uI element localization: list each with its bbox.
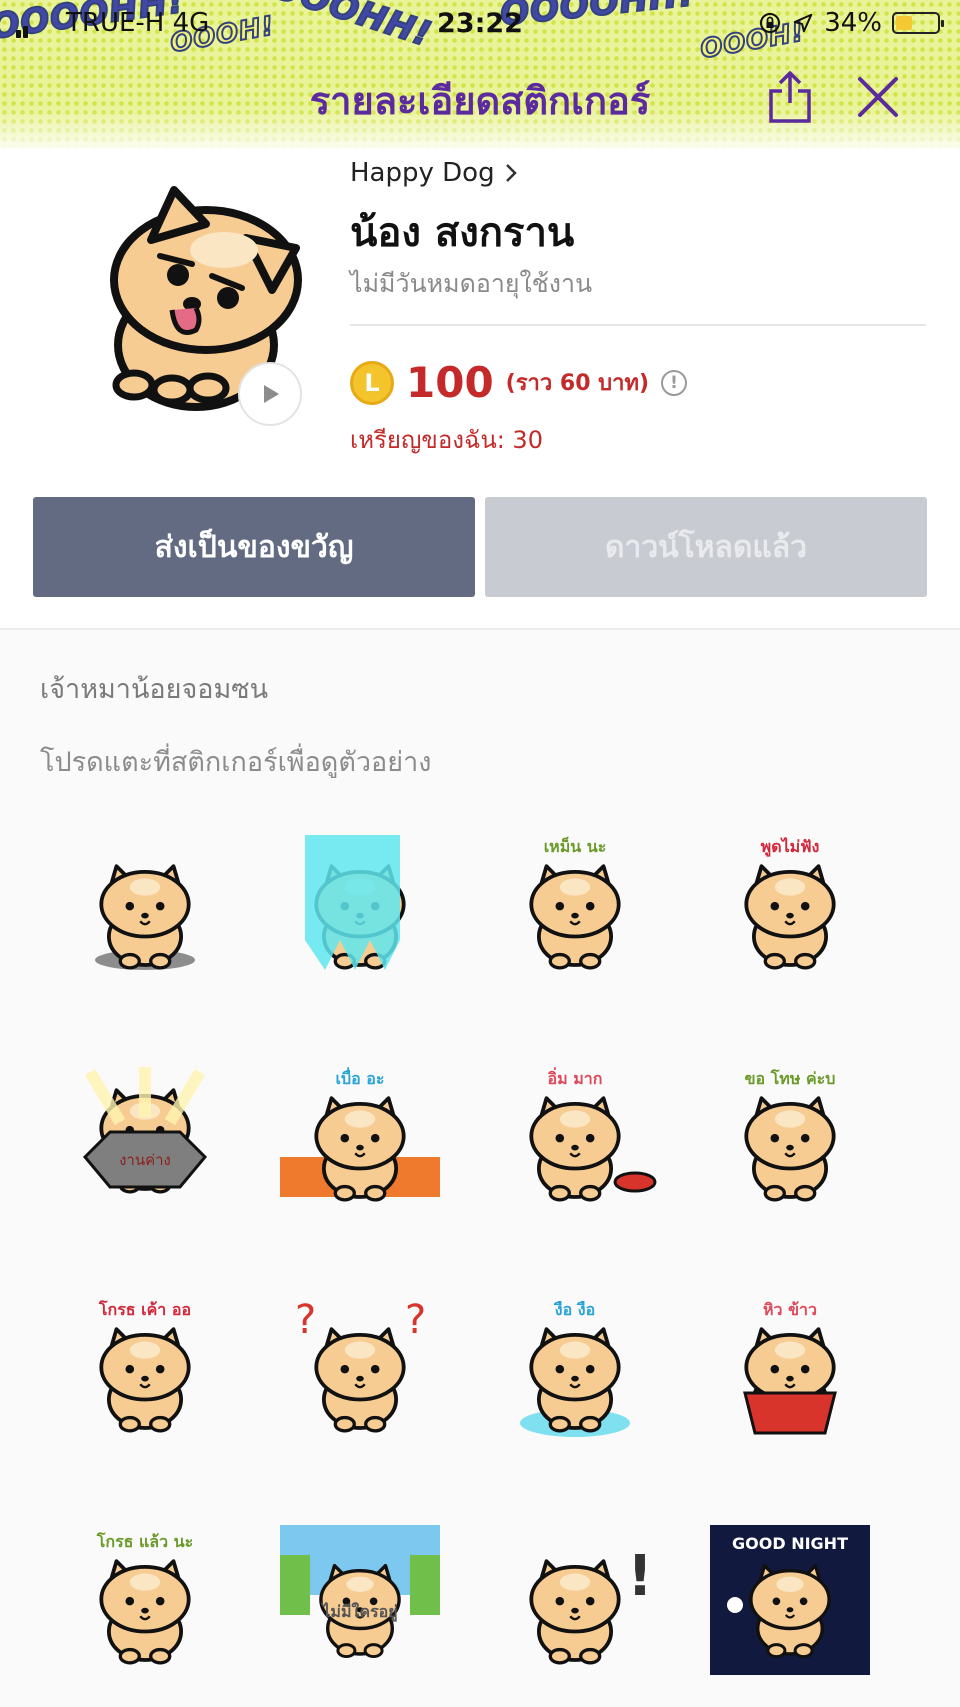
sticker-prop-text: งานค่าง — [119, 1151, 171, 1169]
sticker-thumbnail[interactable]: GOOD NIGHT — [705, 1525, 875, 1675]
sticker-thumbnail[interactable]: งือ งือ — [490, 1293, 660, 1443]
sticker-caption: โกรธ แล้ว นะ — [96, 1531, 193, 1551]
sticker-caption: อิ่ม มาก — [547, 1067, 602, 1088]
header-bar: OOOOHH! OOOH! OOOOHH! OOOOHH! OOOH! TRUE… — [0, 0, 960, 148]
sticker-caption: หิว ข้าว — [763, 1300, 817, 1319]
sticker-name: น้อง สงกราน — [350, 210, 575, 256]
author-name: Happy Dog — [350, 158, 495, 188]
sticker-caption: พูดไม่ฟัง — [761, 837, 820, 858]
sticker-caption: ! — [627, 1544, 653, 1609]
sticker-thumbnail[interactable]: ขอ โทษ ค่ะบ — [705, 1062, 875, 1212]
play-animation-button[interactable] — [238, 362, 302, 426]
close-icon — [858, 77, 898, 117]
sticker-thumbnail[interactable]: ! — [490, 1525, 660, 1675]
location-icon — [793, 13, 813, 33]
share-button[interactable] — [762, 66, 818, 128]
expiry-text: ไม่มีวันหมดอายุใช้งาน — [350, 269, 593, 298]
sticker-thumbnail[interactable]: ?? — [275, 1293, 445, 1443]
sticker-thumbnail[interactable]: ไม่มีใครอยู่ — [275, 1525, 445, 1675]
sticker-thumbnail[interactable]: โกรธ เค้า ออ — [60, 1293, 230, 1443]
price-value: 100 — [406, 358, 494, 407]
sticker-thumbnail[interactable]: งานค่าง — [60, 1062, 230, 1212]
sticker-caption: งือ งือ — [553, 1300, 596, 1319]
status-right: 34% — [758, 8, 944, 38]
sticker-caption: เบื่อ อะ — [335, 1067, 384, 1088]
sticker-thumbnail[interactable] — [275, 830, 445, 980]
share-icon — [769, 71, 811, 123]
rotation-lock-icon — [760, 13, 781, 33]
sticker-caption: GOOD NIGHT — [732, 1534, 848, 1553]
price-row: L 100 (ราว 60 บาท) ! — [350, 358, 688, 407]
sticker-thumbnail[interactable] — [60, 830, 230, 980]
my-coins: เหรียญของฉัน: 30 — [350, 426, 543, 454]
battery-icon — [892, 12, 944, 34]
info-divider — [350, 324, 926, 326]
sticker-caption: เหม็น นะ — [544, 835, 607, 856]
svg-text:?: ? — [405, 1297, 426, 1343]
close-button[interactable] — [850, 66, 906, 128]
sticker-thumbnail[interactable]: โกรธ แล้ว นะ — [60, 1525, 230, 1675]
send-gift-button[interactable]: ส่งเป็นของขวัญ — [33, 497, 475, 597]
sticker-thumbnail[interactable]: อิ่ม มาก — [490, 1062, 660, 1212]
battery-percent: 34% — [824, 8, 882, 38]
author-link[interactable]: Happy Dog — [350, 158, 519, 188]
sticker-thumbnail[interactable]: พูดไม่ฟัง — [705, 830, 875, 980]
sticker-thumbnail[interactable]: เบื่อ อะ — [275, 1062, 445, 1212]
chevron-right-icon — [505, 164, 517, 182]
line-coin-icon: L — [350, 360, 394, 405]
play-icon — [264, 385, 279, 403]
price-baht-note: (ราว 60 บาท) — [505, 371, 650, 396]
preview-hint: โปรดแตะที่สติกเกอร์เพื่อดูตัวอย่าง — [40, 747, 432, 778]
sticker-description: เจ้าหมาน้อยจอมซน — [40, 674, 269, 705]
sticker-caption: ไม่มีใครอยู่ — [320, 1602, 397, 1623]
sticker-thumbnail[interactable]: เหม็น นะ — [490, 830, 660, 980]
info-icon[interactable]: ! — [661, 369, 688, 396]
status-bar: TRUE-H 4G 23:22 34% — [0, 0, 960, 50]
sticker-thumbnail[interactable]: หิว ข้าว — [705, 1293, 875, 1443]
downloaded-button: ดาวน์โหลดแล้ว — [485, 497, 927, 597]
svg-text:?: ? — [295, 1297, 316, 1343]
sticker-caption: ขอ โทษ ค่ะบ — [745, 1068, 836, 1088]
sticker-caption: โกรธ เค้า ออ — [98, 1299, 191, 1319]
